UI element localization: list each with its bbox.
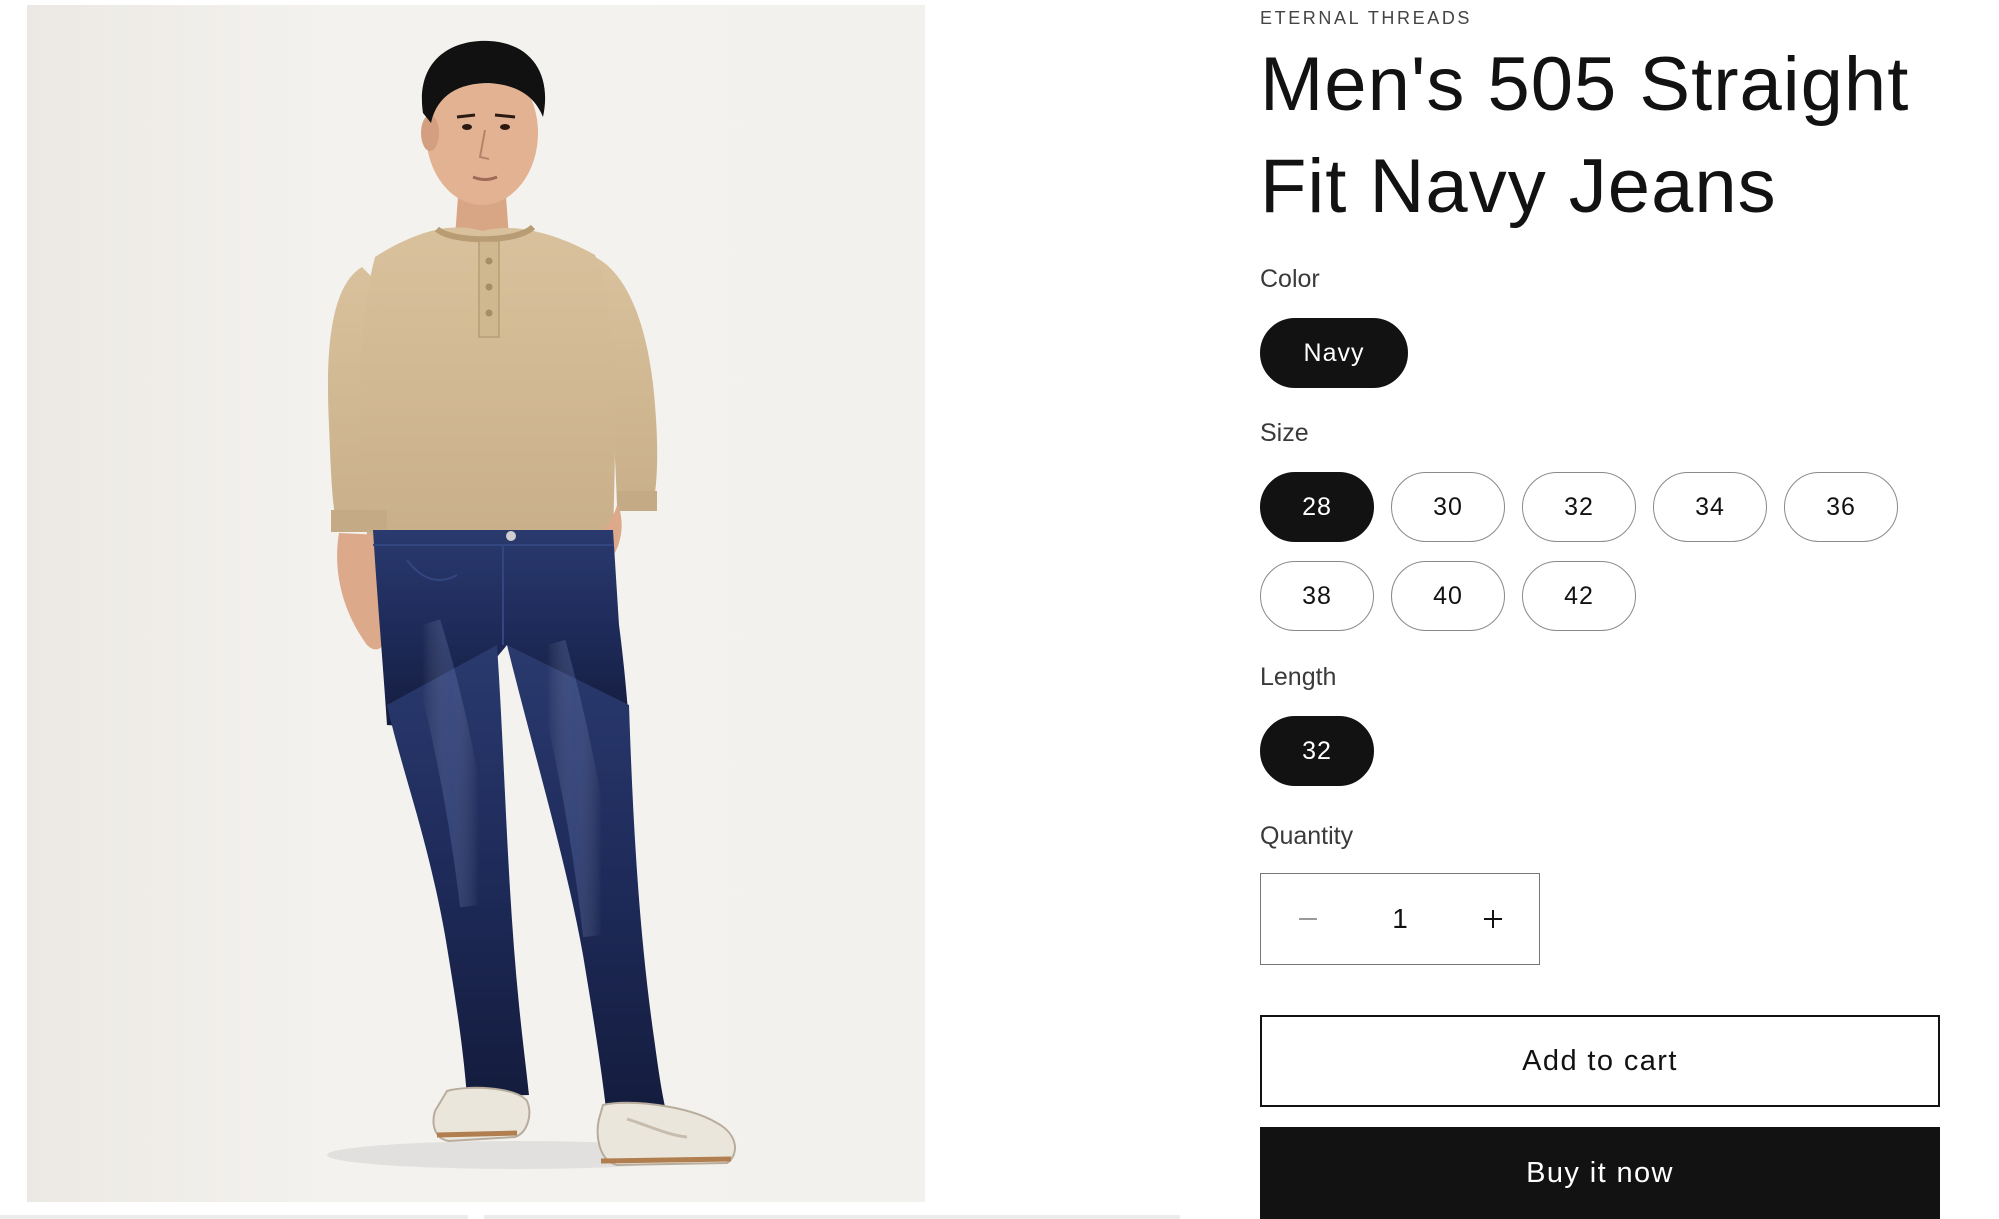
size-option-40[interactable]: 40 bbox=[1391, 561, 1505, 631]
color-option-navy[interactable]: Navy bbox=[1260, 318, 1408, 388]
thumbnail-strip bbox=[484, 1215, 1180, 1219]
vendor-name: ETERNAL THREADS bbox=[1260, 8, 1473, 28]
product-image[interactable] bbox=[27, 5, 925, 1202]
minus-icon bbox=[1298, 918, 1317, 920]
size-option-28[interactable]: 28 bbox=[1260, 472, 1374, 542]
size-option-38[interactable]: 38 bbox=[1260, 561, 1374, 631]
add-to-cart-button[interactable]: Add to cart bbox=[1260, 1015, 1940, 1107]
product-title: Men's 505 Straight Fit Navy Jeans bbox=[1260, 42, 1910, 229]
buy-now-button[interactable]: Buy it now bbox=[1260, 1127, 1940, 1219]
quantity-stepper: 1 bbox=[1260, 873, 1540, 965]
model-photo bbox=[327, 40, 736, 1169]
plus-icon bbox=[1483, 910, 1502, 928]
quantity-input[interactable]: 1 bbox=[1354, 903, 1446, 935]
thumbnail-strip bbox=[0, 1215, 468, 1219]
quantity-label: Quantity bbox=[1260, 822, 1354, 850]
size-label: Size bbox=[1260, 419, 1309, 447]
color-label: Color bbox=[1260, 265, 1320, 293]
size-option-30[interactable]: 30 bbox=[1391, 472, 1505, 542]
length-label: Length bbox=[1260, 663, 1337, 691]
size-option-34[interactable]: 34 bbox=[1653, 472, 1767, 542]
size-option-32[interactable]: 32 bbox=[1522, 472, 1636, 542]
size-option-36[interactable]: 36 bbox=[1784, 472, 1898, 542]
quantity-increase-button[interactable] bbox=[1446, 874, 1539, 964]
quantity-decrease-button[interactable] bbox=[1261, 874, 1354, 964]
size-option-42[interactable]: 42 bbox=[1522, 561, 1636, 631]
length-option-32[interactable]: 32 bbox=[1260, 716, 1374, 786]
